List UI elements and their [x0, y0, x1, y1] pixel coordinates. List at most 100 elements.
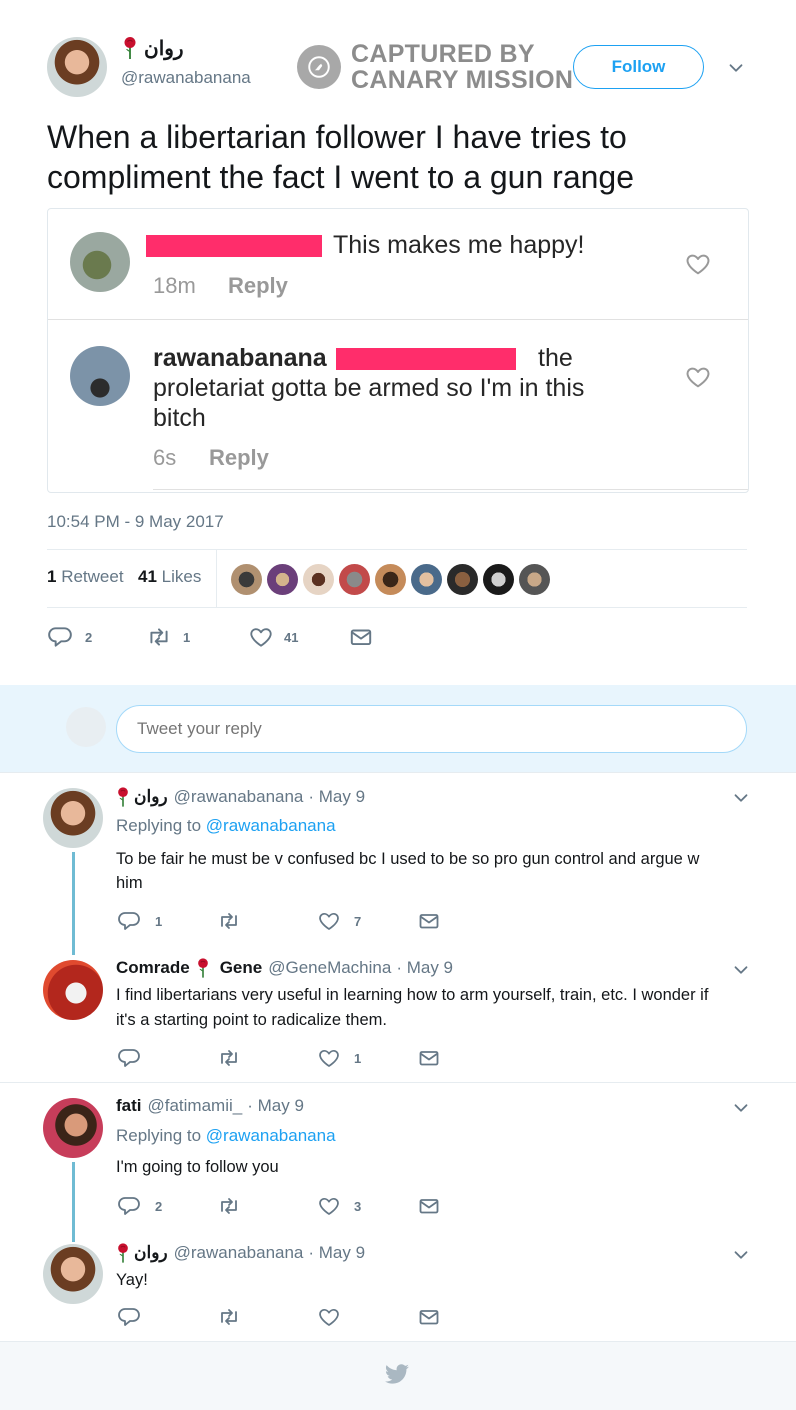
retweet-icon — [216, 1305, 242, 1329]
reply-author-avatar[interactable] — [43, 1244, 103, 1304]
redaction-bar — [336, 348, 516, 370]
like-action[interactable]: 41 — [248, 624, 298, 650]
reply-date[interactable]: · May 9 — [247, 1096, 304, 1116]
reply-more-chevron-icon[interactable] — [730, 1097, 752, 1119]
reply-text-line1: I find libertarians very useful in learn… — [116, 986, 709, 1004]
reply-author-name[interactable]: fati — [116, 1096, 142, 1116]
more-options-chevron-icon[interactable] — [725, 57, 747, 79]
liker-avatar[interactable] — [411, 564, 442, 595]
reply-icon — [117, 1305, 141, 1329]
reply-author-name-part1[interactable]: Comrade — [116, 958, 190, 978]
liker-avatar[interactable] — [483, 564, 514, 595]
likes-stat[interactable]: 41 Likes — [138, 567, 201, 587]
reply-author-handle[interactable]: @rawanabanana — [174, 1243, 304, 1263]
likers-avatars — [231, 564, 561, 596]
reply-action[interactable] — [117, 1305, 141, 1329]
rose-icon — [116, 1242, 130, 1264]
tweet-timestamp[interactable]: 10:54 PM - 9 May 2017 — [47, 512, 224, 532]
reply-more-chevron-icon[interactable] — [730, 1244, 752, 1266]
retweet-action[interactable] — [216, 1305, 242, 1329]
like-action[interactable]: 3 — [317, 1194, 361, 1218]
author-handle[interactable]: @rawanabanana — [121, 68, 251, 88]
canary-logo-icon — [297, 45, 341, 89]
reply-action[interactable] — [117, 1046, 141, 1070]
comment1-reply: Reply — [228, 273, 288, 298]
envelope-icon — [417, 1194, 441, 1218]
reply-date[interactable]: · May 9 — [396, 958, 453, 978]
author-avatar[interactable] — [47, 37, 107, 97]
comment2-text-line2: proletariat gotta be armed so I'm in thi… — [153, 374, 585, 402]
reply-icon — [117, 1046, 141, 1070]
reply-author-name[interactable]: روان — [134, 787, 168, 807]
reply-author-handle[interactable]: @rawanabanana — [174, 787, 304, 807]
retweet-action[interactable] — [216, 1046, 242, 1070]
reply-author-name-part2[interactable]: Gene — [220, 958, 263, 978]
embedded-screenshot[interactable]: This makes me happy! 18m Reply rawanaban… — [47, 208, 749, 493]
reply-header: روان @rawanabanana · May 9 — [116, 786, 365, 808]
reply-author-name[interactable]: روان — [134, 1243, 168, 1263]
dm-action[interactable] — [417, 1305, 441, 1329]
reply-author-avatar[interactable] — [43, 1098, 103, 1158]
liker-avatar[interactable] — [375, 564, 406, 595]
liker-avatar[interactable] — [447, 564, 478, 595]
reply-action[interactable]: 1 — [117, 909, 162, 933]
envelope-icon — [348, 624, 374, 650]
reply-composer — [0, 685, 796, 773]
likes-label: Likes — [161, 567, 202, 586]
like-action[interactable]: 7 — [317, 909, 361, 933]
reply-author-handle[interactable]: @GeneMachina — [268, 958, 391, 978]
redaction-bar — [146, 235, 322, 257]
envelope-icon — [417, 909, 441, 933]
like-action[interactable]: 1 — [317, 1046, 361, 1070]
reply-author-avatar[interactable] — [43, 788, 103, 848]
watermark-line2: CANARY MISSION — [351, 66, 574, 94]
reply-author-handle[interactable]: @fatimamii_ — [148, 1096, 243, 1116]
follow-button[interactable]: Follow — [573, 45, 704, 89]
heart-icon — [248, 624, 274, 650]
reply-action[interactable]: 2 — [117, 1194, 162, 1218]
liker-avatar[interactable] — [303, 564, 334, 595]
liker-avatar[interactable] — [339, 564, 370, 595]
author-name[interactable]: روان — [122, 35, 184, 61]
comment1-heart-icon — [684, 250, 712, 283]
dm-action[interactable] — [417, 1194, 441, 1218]
replying-to-label: Replying to — [116, 1126, 202, 1145]
retweet-action[interactable]: 1 — [145, 624, 190, 650]
comment2-time: 6s — [153, 445, 177, 470]
heart-icon — [317, 1194, 341, 1218]
dm-action[interactable] — [417, 1046, 441, 1070]
replying-to-handle[interactable]: @rawanabanana — [206, 1126, 336, 1145]
reply-action[interactable]: 2 — [47, 624, 92, 650]
dm-action[interactable] — [348, 624, 374, 650]
retweet-icon — [145, 624, 173, 650]
reply-more-chevron-icon[interactable] — [730, 787, 752, 809]
heart-icon — [317, 1046, 341, 1070]
dm-action[interactable] — [417, 909, 441, 933]
footer — [0, 1341, 796, 1410]
tweet-text: When a libertarian follower I have tries… — [47, 119, 634, 195]
comment1-time: 18m — [153, 273, 196, 298]
reply-text-line2: him — [116, 874, 143, 892]
rose-icon — [116, 786, 130, 808]
liker-avatar[interactable] — [231, 564, 262, 595]
reply-more-chevron-icon[interactable] — [730, 959, 752, 981]
tweet-reply-input[interactable] — [116, 705, 747, 753]
like-count: 41 — [284, 629, 299, 645]
reply-date[interactable]: · May 9 — [308, 1243, 365, 1263]
retweet-action[interactable] — [216, 909, 242, 933]
reply-author-avatar[interactable] — [43, 960, 103, 1020]
comment2-heart-icon — [684, 363, 712, 396]
twitter-bird-icon — [384, 1364, 410, 1391]
like-count: 3 — [354, 1198, 362, 1214]
replying-to: Replying to @rawanabanana — [116, 816, 336, 836]
liker-avatar[interactable] — [267, 564, 298, 595]
reply-date[interactable]: · May 9 — [308, 787, 365, 807]
rose-icon — [196, 957, 210, 979]
comment-bottom-divider — [153, 489, 748, 490]
retweet-action[interactable] — [216, 1194, 242, 1218]
like-action[interactable] — [317, 1305, 341, 1329]
retweets-stat[interactable]: 1 Retweet — [47, 567, 124, 587]
liker-avatar[interactable] — [519, 564, 550, 595]
likes-count: 41 — [138, 567, 157, 586]
replying-to-handle[interactable]: @rawanabanana — [206, 816, 336, 835]
